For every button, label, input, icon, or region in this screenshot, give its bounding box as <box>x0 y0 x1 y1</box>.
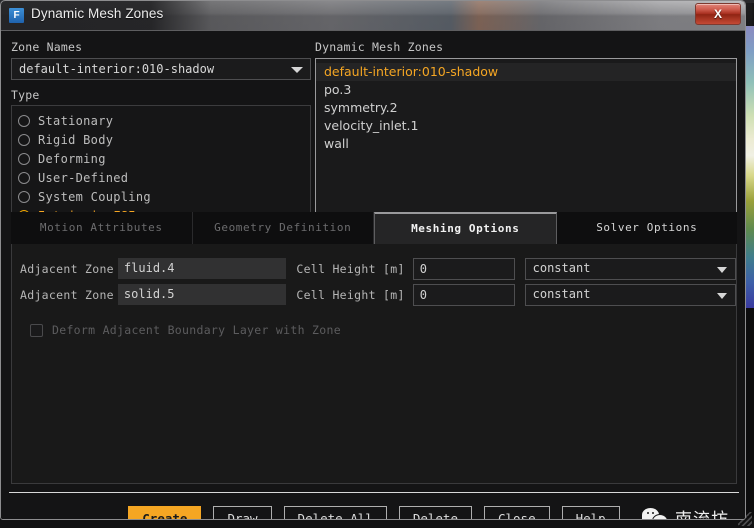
profile-dropdown[interactable]: constant <box>525 258 736 280</box>
watermark: 南流坊 <box>642 505 729 520</box>
screen: F Dynamic Mesh Zones X Zone Names defaul… <box>0 0 754 528</box>
radio-rigid-body[interactable]: Rigid Body <box>18 130 310 149</box>
list-item[interactable]: symmetry.2 <box>316 99 736 117</box>
watermark-text: 南流坊 <box>675 505 729 520</box>
dynamic-mesh-zones-list[interactable]: default-interior:010-shadow po.3 symmetr… <box>315 58 737 220</box>
list-item[interactable]: wall <box>316 135 736 153</box>
radio-icon <box>18 115 30 127</box>
dialog-title: Dynamic Mesh Zones <box>31 6 163 21</box>
dialog-button-row: Create Draw Delete All Delete Close Help <box>1 499 746 520</box>
delete-all-button[interactable]: Delete All <box>284 506 387 520</box>
cell-height-input[interactable]: 0 <box>413 258 515 280</box>
radio-user-defined[interactable]: User-Defined <box>18 168 310 187</box>
radio-label: User-Defined <box>38 171 128 185</box>
help-button[interactable]: Help <box>562 506 620 520</box>
meshing-row-2: Adjacent Zone solid.5 Cell Height [m] 0 … <box>20 284 736 305</box>
radio-label: Rigid Body <box>38 133 113 147</box>
wechat-icon <box>642 508 668 521</box>
radio-icon <box>18 153 30 165</box>
zone-names-dropdown[interactable]: default-interior:010-shadow <box>11 58 311 80</box>
list-item[interactable]: po.3 <box>316 81 736 99</box>
profile-value: constant <box>533 287 591 301</box>
tab-bar: Motion Attributes Geometry Definition Me… <box>11 212 737 245</box>
chevron-down-icon <box>291 67 303 73</box>
create-button[interactable]: Create <box>128 506 201 520</box>
tab-solver-options[interactable]: Solver Options <box>557 212 738 244</box>
radio-label: Stationary <box>38 114 113 128</box>
meshing-options-panel: Adjacent Zone fluid.4 Cell Height [m] 0 … <box>11 244 737 484</box>
list-item[interactable]: default-interior:010-shadow <box>316 63 736 81</box>
radio-label: Deforming <box>38 152 106 166</box>
radio-stationary[interactable]: Stationary <box>18 111 310 130</box>
adjacent-zone-label: Adjacent Zone <box>20 288 114 302</box>
adjacent-zone-label: Adjacent Zone <box>20 262 114 276</box>
meshing-row-1: Adjacent Zone fluid.4 Cell Height [m] 0 … <box>20 258 736 279</box>
draw-button[interactable]: Draw <box>213 506 271 520</box>
checkbox-label: Deform Adjacent Boundary Layer with Zone <box>52 323 341 337</box>
radio-icon <box>18 172 30 184</box>
zone-names-value: default-interior:010-shadow <box>19 62 214 76</box>
tab-motion-attributes: Motion Attributes <box>11 212 193 244</box>
adjacent-zone-value: solid.5 <box>118 284 286 305</box>
close-button[interactable]: Close <box>484 506 550 520</box>
cell-height-input[interactable]: 0 <box>413 284 515 306</box>
tab-meshing-options[interactable]: Meshing Options <box>374 212 557 244</box>
delete-button[interactable]: Delete <box>399 506 472 520</box>
radio-deforming[interactable]: Deforming <box>18 149 310 168</box>
profile-value: constant <box>533 261 591 275</box>
adjacent-zone-value: fluid.4 <box>118 258 286 279</box>
fluent-f-icon: F <box>9 8 24 23</box>
dialog-titlebar[interactable]: F Dynamic Mesh Zones X <box>1 1 745 31</box>
radio-label: System Coupling <box>38 190 151 204</box>
dynamic-mesh-zones-dialog: F Dynamic Mesh Zones X Zone Names defaul… <box>0 0 746 520</box>
cell-height-label: Cell Height [m] <box>296 288 404 302</box>
zone-names-section: Zone Names default-interior:010-shadow T… <box>11 36 311 229</box>
list-item[interactable]: velocity_inlet.1 <box>316 117 736 135</box>
chevron-down-icon <box>717 267 727 273</box>
deform-adjacent-boundary-layer-checkbox: Deform Adjacent Boundary Layer with Zone <box>30 322 736 338</box>
radio-system-coupling[interactable]: System Coupling <box>18 187 310 206</box>
radio-icon <box>18 134 30 146</box>
type-label: Type <box>11 88 311 102</box>
dynamic-mesh-zones-label: Dynamic Mesh Zones <box>315 40 443 54</box>
close-icon[interactable]: X <box>695 3 741 25</box>
dynamic-mesh-zones-section: Dynamic Mesh Zones default-interior:010-… <box>315 36 737 220</box>
type-radio-group: Stationary Rigid Body Deforming User-Def… <box>11 105 311 229</box>
checkbox-icon <box>30 324 43 337</box>
radio-icon <box>18 191 30 203</box>
tab-geometry-definition: Geometry Definition <box>193 212 375 244</box>
footer-divider <box>9 492 739 493</box>
profile-dropdown[interactable]: constant <box>525 284 736 306</box>
cell-height-label: Cell Height [m] <box>296 262 404 276</box>
chevron-down-icon <box>717 293 727 299</box>
zone-names-label: Zone Names <box>11 40 82 54</box>
dialog-body: Zone Names default-interior:010-shadow T… <box>1 31 745 520</box>
